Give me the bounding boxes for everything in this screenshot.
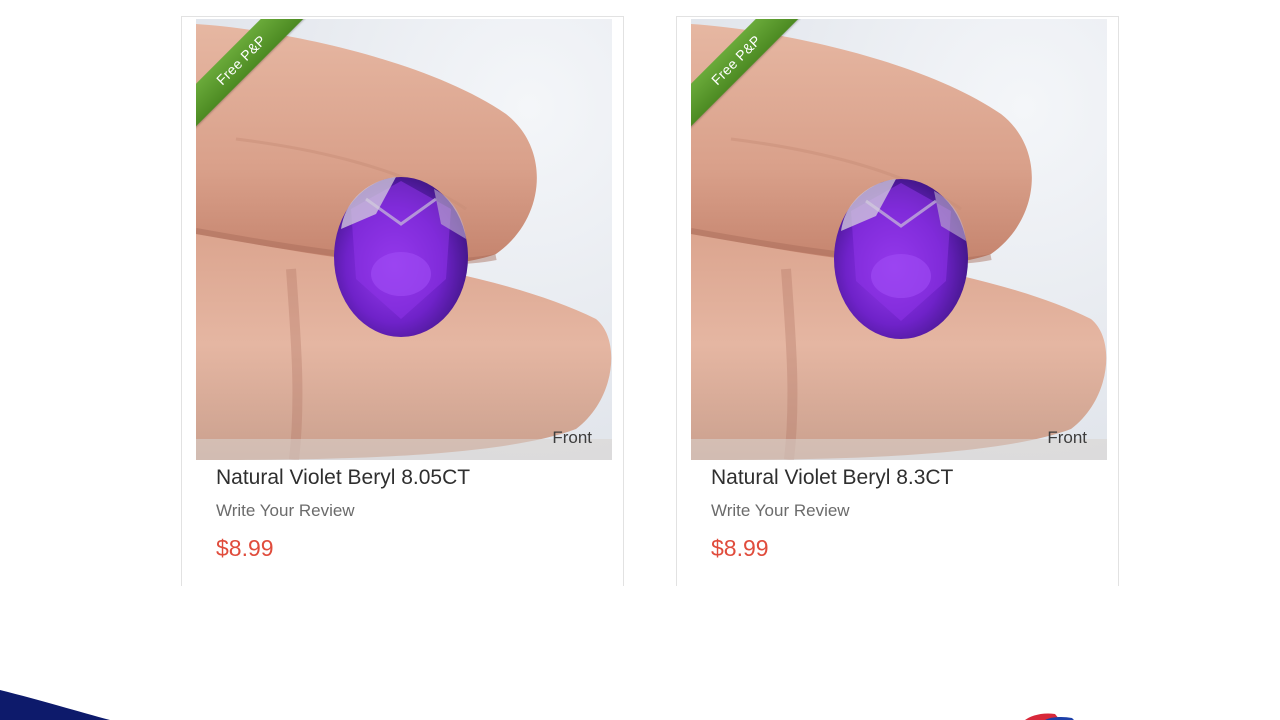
product-price: $8.99 <box>216 535 274 561</box>
product-price: $8.99 <box>711 535 769 561</box>
write-review-link[interactable]: Write Your Review <box>711 501 850 521</box>
product-title-link[interactable]: Natural Violet Beryl 8.3CT <box>711 466 953 490</box>
write-review-link[interactable]: Write Your Review <box>216 501 355 521</box>
gemstone-photo <box>196 19 612 460</box>
product-title-link[interactable]: Natural Violet Beryl 8.05CT <box>216 466 470 490</box>
image-view-label: Front <box>1047 428 1087 447</box>
product-card[interactable]: Free P&P Front Natural Violet Beryl 8.05… <box>181 16 624 586</box>
product-card[interactable]: Free P&P Front Natural Violet Beryl 8.3C… <box>676 16 1119 586</box>
image-view-label: Front <box>552 428 592 447</box>
product-grid-page: Free P&P Front Natural Violet Beryl 8.05… <box>0 0 1280 720</box>
decorative-swoosh <box>0 690 1074 720</box>
product-image[interactable]: Free P&P Front <box>691 19 1107 460</box>
product-image[interactable]: Free P&P Front <box>196 19 612 460</box>
gemstone-photo <box>691 19 1107 460</box>
